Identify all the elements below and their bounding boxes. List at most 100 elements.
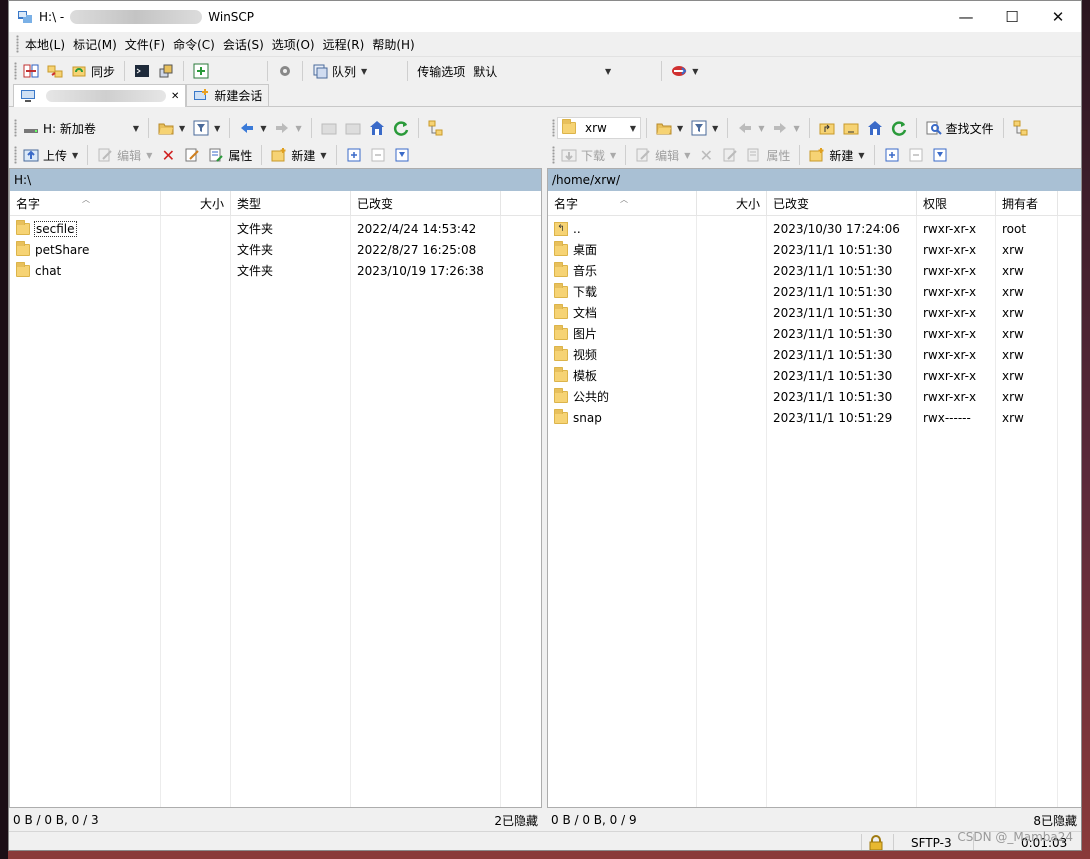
local-file-row[interactable]: petShare 文件夹 2022/8/27 16:25:08 xyxy=(10,239,541,260)
remote-file-row[interactable]: snap 2023/11/1 10:51:29 rwx------ xrw xyxy=(548,407,1081,428)
main-toolbar: 同步 队列 ▼ 传输选项 默认 ▼ ▼ xyxy=(9,57,1081,85)
remote-open-directory-button[interactable]: ▼ xyxy=(653,117,686,139)
tab-current-session[interactable]: ✕ xyxy=(13,84,187,107)
local-hidden-count[interactable]: 2已隐藏 xyxy=(479,809,542,831)
synchronize-button[interactable]: 同步 xyxy=(68,60,118,82)
remote-file-row[interactable]: 图片 2023/11/1 10:51:30 rwxr-xr-x xrw xyxy=(548,323,1081,344)
title-bar[interactable]: H:\ - WinSCP — ☐ ✕ xyxy=(9,1,1081,32)
maximize-button[interactable]: ☐ xyxy=(989,1,1035,32)
remote-properties-button[interactable]: 属性 xyxy=(743,144,793,166)
remote-file-row[interactable]: 公共的 2023/11/1 10:51:30 rwxr-xr-x xrw xyxy=(548,386,1081,407)
close-tab-icon[interactable]: ✕ xyxy=(171,91,179,102)
refresh-session-button[interactable] xyxy=(190,60,212,82)
upload-button[interactable]: 上传 ▼ xyxy=(20,144,81,166)
menu-session[interactable]: 会话(S) xyxy=(219,34,268,55)
open-terminal-button[interactable] xyxy=(131,60,153,82)
local-col-size[interactable]: 大小 xyxy=(161,191,231,216)
tab-new-session[interactable]: 新建会话 xyxy=(186,84,270,106)
remote-col-owner[interactable]: 拥有者 xyxy=(996,191,1058,216)
compare-directories-button[interactable] xyxy=(20,60,42,82)
remote-edit-button[interactable]: 编辑 ▼ xyxy=(632,144,693,166)
remote-file-row[interactable]: 文档 2023/11/1 10:51:30 rwxr-xr-x xrw xyxy=(548,302,1081,323)
remote-file-row[interactable]: 模板 2023/11/1 10:51:30 rwxr-xr-x xrw xyxy=(548,365,1081,386)
local-new-button[interactable]: 新建 ▼ xyxy=(268,144,329,166)
local-refresh-button[interactable] xyxy=(390,117,412,139)
local-file-row[interactable]: secfile 文件夹 2022/4/24 14:53:42 xyxy=(10,218,541,239)
remote-hidden-count[interactable]: 8已隐藏 xyxy=(1013,809,1081,831)
remote-col-size[interactable]: 大小 xyxy=(697,191,767,216)
local-properties-button[interactable]: 属性 xyxy=(205,144,255,166)
toolbar-grip[interactable] xyxy=(552,119,555,137)
local-drive-select[interactable]: H: 新加卷 ▼ xyxy=(19,117,143,139)
local-filter-button[interactable]: ▼ xyxy=(190,117,223,139)
download-button[interactable]: 下载 ▼ xyxy=(558,144,619,166)
remote-file-row[interactable]: 桌面 2023/11/1 10:51:30 rwxr-xr-x xrw xyxy=(548,239,1081,260)
local-col-changed[interactable]: 已改变 xyxy=(351,191,501,216)
local-root-directory-button[interactable] xyxy=(342,117,364,139)
remote-forward-button[interactable]: ▼ xyxy=(769,117,802,139)
remote-filter-button[interactable]: ▼ xyxy=(688,117,721,139)
remote-unselect-all-button[interactable] xyxy=(905,144,927,166)
local-panel[interactable]: H:\ 名字 ︿ 大小 类型 已改变 secfile 文件夹 2022/4/24… xyxy=(9,168,542,808)
toolbar-grip[interactable] xyxy=(14,146,17,164)
local-forward-button[interactable]: ▼ xyxy=(271,117,304,139)
local-home-button[interactable] xyxy=(366,117,388,139)
synchronize-browsing-button[interactable] xyxy=(44,60,66,82)
remote-panel[interactable]: /home/xrw/ 名字 ︿ 大小 已改变 权限 拥有者 ↰ .. 2023/… xyxy=(547,168,1081,808)
local-delete-button[interactable]: ✕ xyxy=(157,144,179,166)
local-path-bar[interactable]: H:\ xyxy=(10,169,541,191)
local-filter-select-button[interactable] xyxy=(391,144,413,166)
remote-rename-button[interactable] xyxy=(719,144,741,166)
remote-col-changed[interactable]: 已改变 xyxy=(767,191,917,216)
remote-col-rights[interactable]: 权限 xyxy=(917,191,996,216)
toolbar-grip[interactable] xyxy=(14,62,17,80)
remote-back-button[interactable]: ▼ xyxy=(734,117,767,139)
remote-tree-button[interactable] xyxy=(1010,117,1032,139)
local-file-row[interactable]: chat 文件夹 2023/10/19 17:26:38 xyxy=(10,260,541,281)
minimize-button[interactable]: — xyxy=(943,1,989,32)
local-rename-button[interactable] xyxy=(181,144,203,166)
local-select-all-button[interactable] xyxy=(343,144,365,166)
menu-files[interactable]: 文件(F) xyxy=(121,34,169,55)
remote-file-row[interactable]: ↰ .. 2023/10/30 17:24:06 rwxr-xr-x root xyxy=(548,218,1081,239)
remote-home-button[interactable] xyxy=(864,117,886,139)
local-parent-directory-button[interactable] xyxy=(318,117,340,139)
menu-mark[interactable]: 标记(M) xyxy=(69,34,121,55)
remote-delete-button[interactable]: ✕ xyxy=(695,144,717,166)
menu-remote[interactable]: 远程(R) xyxy=(319,34,369,55)
remote-file-row[interactable]: 视频 2023/11/1 10:51:30 rwxr-xr-x xrw xyxy=(548,344,1081,365)
menu-commands[interactable]: 命令(C) xyxy=(169,34,219,55)
local-tree-button[interactable] xyxy=(425,117,447,139)
toolbar-grip[interactable] xyxy=(14,119,17,137)
transfer-mode-button[interactable]: ▼ xyxy=(668,60,701,82)
local-edit-button[interactable]: 编辑 ▼ xyxy=(94,144,155,166)
remote-file-row[interactable]: 下载 2023/11/1 10:51:30 rwxr-xr-x xrw xyxy=(548,281,1081,302)
toolbar-grip[interactable] xyxy=(16,35,19,53)
search-icon xyxy=(926,121,942,135)
remote-parent-directory-button[interactable] xyxy=(816,117,838,139)
open-putty-button[interactable] xyxy=(155,60,177,82)
find-files-button[interactable]: 查找文件 xyxy=(923,117,997,139)
menu-help[interactable]: 帮助(H) xyxy=(368,34,418,55)
menu-options[interactable]: 选项(O) xyxy=(268,34,319,55)
remote-file-row[interactable]: 音乐 2023/11/1 10:51:30 rwxr-xr-x xrw xyxy=(548,260,1081,281)
remote-path-toolbar: xrw ▼ ▼ ▼ ▼ ▼ 查找文件 xyxy=(547,114,1081,142)
local-col-type[interactable]: 类型 xyxy=(231,191,351,216)
toolbar-grip[interactable] xyxy=(552,146,555,164)
remote-directory-select[interactable]: xrw ▼ xyxy=(557,117,641,139)
transfer-settings-select[interactable]: 默认 ▼ xyxy=(469,60,616,82)
local-unselect-all-button[interactable] xyxy=(367,144,389,166)
queue-button[interactable]: 队列 ▼ xyxy=(309,60,370,82)
remote-path-bar[interactable]: /home/xrw/ xyxy=(548,169,1081,191)
close-window-button[interactable]: ✕ xyxy=(1035,1,1081,32)
remote-select-all-button[interactable] xyxy=(881,144,903,166)
remote-refresh-button[interactable] xyxy=(888,117,910,139)
remote-root-directory-button[interactable] xyxy=(840,117,862,139)
preferences-button[interactable] xyxy=(274,60,296,82)
remote-filter-select-button[interactable] xyxy=(929,144,951,166)
menu-local[interactable]: 本地(L) xyxy=(21,34,69,55)
encryption-lock-icon[interactable] xyxy=(869,832,883,850)
local-back-button[interactable]: ▼ xyxy=(236,117,269,139)
local-open-directory-button[interactable]: ▼ xyxy=(155,117,188,139)
remote-new-button[interactable]: 新建 ▼ xyxy=(806,144,867,166)
